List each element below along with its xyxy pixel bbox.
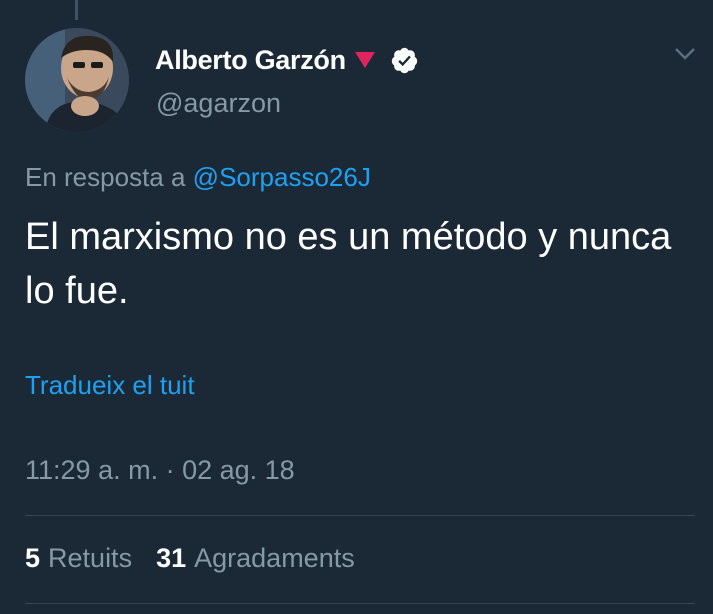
verified-badge-icon <box>390 46 419 75</box>
tweet-stats: 5 Retuits 31 Agradaments <box>25 543 355 574</box>
thread-connector-line <box>75 0 78 20</box>
author-name-row[interactable]: Alberto Garzón <box>155 42 419 78</box>
retweets-count: 5 <box>25 543 41 573</box>
retweets-label: Retuits <box>48 543 133 573</box>
tweet-text: El marxismo no es un método y nunca lo f… <box>25 216 672 312</box>
retweets-stat[interactable]: 5 Retuits <box>25 543 132 574</box>
avatar[interactable] <box>25 28 129 132</box>
likes-stat[interactable]: 31 Agradaments <box>156 543 355 574</box>
translate-tweet-link[interactable]: Tradueix el tuit <box>25 370 195 401</box>
likes-label: Agradaments <box>194 543 355 573</box>
divider <box>25 603 695 604</box>
likes-count: 31 <box>156 543 187 573</box>
down-triangle-rose-icon <box>354 50 376 70</box>
reply-mention-link[interactable]: @Sorpasso26J <box>193 162 371 192</box>
reply-context: En resposta a @Sorpasso26J <box>25 162 371 193</box>
reply-prefix: En resposta a <box>25 162 186 192</box>
tweet-timestamp[interactable]: 11:29 a. m. · 02 ag. 18 <box>25 455 295 486</box>
author-display-name[interactable]: Alberto Garzón <box>155 45 346 76</box>
divider <box>25 515 695 516</box>
chevron-down-icon[interactable] <box>674 46 696 62</box>
author-handle[interactable]: @agarzon <box>156 88 281 119</box>
